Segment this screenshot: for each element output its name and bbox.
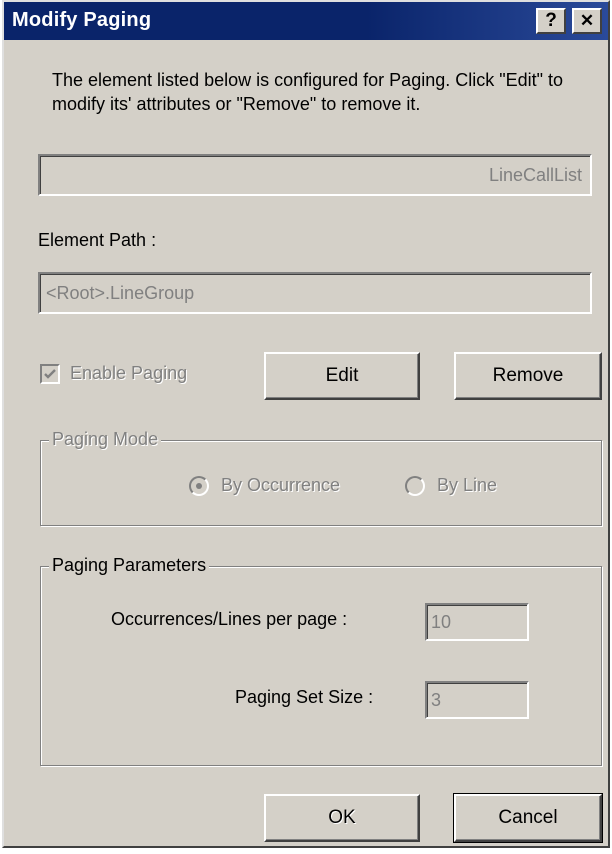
radio-selected-dot: [196, 483, 202, 489]
enable-paging-checkbox[interactable]: [40, 364, 60, 384]
by-occurrence-label: By Occurrence: [221, 475, 341, 495]
dialog-title: Modify Paging: [12, 9, 152, 31]
paging-mode-group: Paging Mode By Occurrence By Line: [40, 429, 602, 526]
by-line-radio[interactable]: [405, 476, 425, 496]
paging-parameters-group: Paging Parameters Occurrences/Lines per …: [40, 555, 602, 766]
per-page-value: 10: [431, 612, 452, 632]
element-name-field[interactable]: LineCallList: [38, 154, 592, 196]
remove-button[interactable]: Remove: [454, 352, 602, 400]
set-size-value: 3: [431, 690, 442, 710]
paging-parameters-title: Paging Parameters: [49, 555, 210, 576]
close-button[interactable]: ✕: [572, 8, 602, 34]
close-icon: ✕: [579, 11, 595, 30]
set-size-label: Paging Set Size :: [235, 687, 374, 707]
element-path-value: <Root>.LineGroup: [46, 283, 195, 303]
per-page-label: Occurrences/Lines per page :: [111, 609, 348, 629]
ok-button[interactable]: OK: [264, 794, 420, 842]
per-page-input[interactable]: 10: [425, 603, 529, 641]
edit-button[interactable]: Edit: [264, 352, 420, 400]
help-button[interactable]: ?: [536, 8, 566, 34]
by-line-label: By Line: [437, 475, 498, 495]
element-path-field[interactable]: <Root>.LineGroup: [38, 272, 592, 314]
by-occurrence-radio[interactable]: [189, 476, 209, 496]
modify-paging-dialog: Modify Paging ? ✕ The element listed bel…: [2, 0, 610, 848]
element-path-label: Element Path :: [38, 230, 157, 250]
paging-mode-title: Paging Mode: [49, 429, 162, 450]
enable-paging-label: Enable Paging: [70, 363, 188, 383]
set-size-input[interactable]: 3: [425, 681, 529, 719]
description-text: The element listed below is configured f…: [52, 70, 564, 114]
title-bar[interactable]: Modify Paging ? ✕: [4, 2, 608, 40]
cancel-button[interactable]: Cancel: [453, 793, 603, 843]
checkmark-icon: [44, 369, 56, 379]
element-name-value: LineCallList: [488, 165, 582, 185]
